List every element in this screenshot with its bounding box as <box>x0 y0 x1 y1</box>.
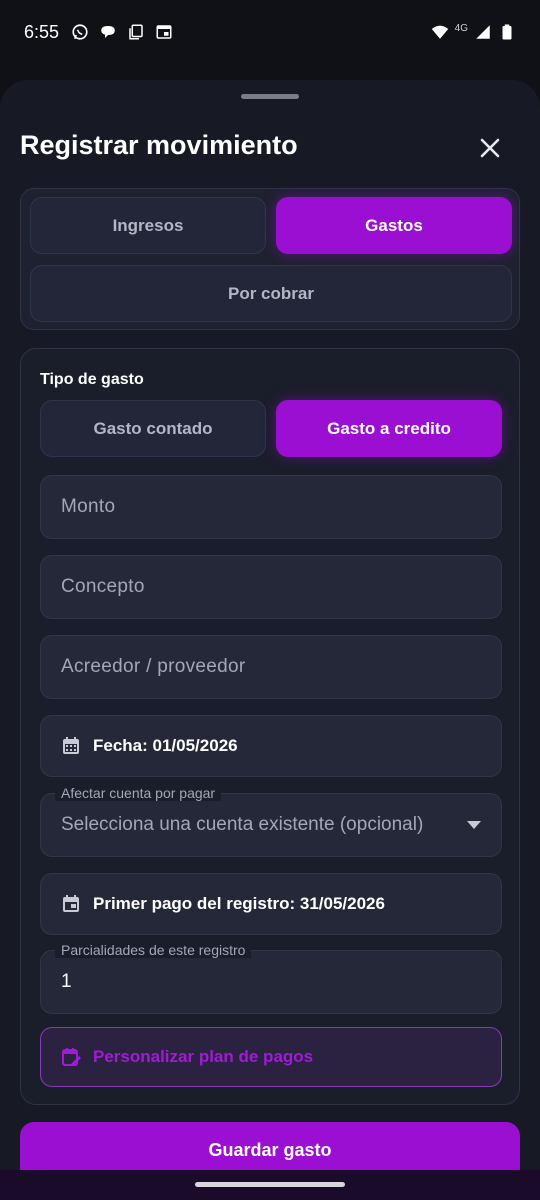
navigation-bar <box>0 1170 540 1200</box>
close-icon <box>480 138 500 158</box>
signal-icon <box>476 25 490 39</box>
amount-placeholder: Monto <box>61 496 116 517</box>
save-button[interactable]: Guardar gasto <box>20 1122 520 1170</box>
date-picker-button[interactable]: Fecha: 01/05/2026 <box>40 715 502 777</box>
home-gesture-handle[interactable] <box>195 1182 345 1187</box>
first-payment-text: Primer pago del registro: 31/05/2026 <box>93 894 385 913</box>
payable-account-select[interactable]: Afectar cuenta por pagar Selecciona una … <box>40 785 502 857</box>
customize-plan-button[interactable]: Personalizar plan de pagos <box>40 1027 502 1087</box>
amount-field[interactable]: Monto <box>40 475 502 539</box>
installments-value: 1 <box>61 971 72 992</box>
tab-gastos[interactable]: Gastos <box>276 197 512 254</box>
wifi-icon <box>431 25 448 39</box>
drag-handle[interactable] <box>241 94 299 99</box>
network-label: 4G <box>454 22 468 34</box>
whatsapp-icon <box>72 24 88 40</box>
edit-calendar-icon <box>62 1048 81 1066</box>
movement-type-panel: Ingresos Gastos Por cobrar <box>20 188 520 330</box>
copy-icon <box>129 24 143 40</box>
battery-icon <box>502 24 512 40</box>
concept-placeholder: Concepto <box>61 576 145 597</box>
tab-ingresos[interactable]: Ingresos <box>30 197 266 254</box>
bottom-sheet: Registrar movimiento Ingresos Gastos Por… <box>0 80 540 1170</box>
expense-form-card: Tipo de gasto Gasto contado Gasto a cred… <box>20 348 520 1105</box>
date-text: Fecha: 01/05/2026 <box>93 736 238 755</box>
dropdown-arrow-icon <box>467 821 481 829</box>
creditor-field[interactable]: Acreedor / proveedor <box>40 635 502 699</box>
calendar-icon <box>63 737 79 754</box>
calendar-icon <box>63 895 79 912</box>
customize-plan-label: Personalizar plan de pagos <box>93 1047 314 1066</box>
status-bar: 6:55 4G <box>0 0 540 64</box>
expense-type-credit-button[interactable]: Gasto a credito <box>276 400 502 457</box>
tab-por-cobrar[interactable]: Por cobrar <box>30 265 512 322</box>
payable-account-value: Selecciona una cuenta existente (opciona… <box>61 814 424 835</box>
sheet-title: Registrar movimiento <box>20 130 298 160</box>
expense-type-cash-button[interactable]: Gasto contado <box>40 400 266 457</box>
chat-bubble-icon <box>101 26 115 38</box>
concept-field[interactable]: Concepto <box>40 555 502 619</box>
installments-label: Parcialidades de este registro <box>55 942 252 958</box>
close-button[interactable] <box>474 132 506 164</box>
creditor-placeholder: Acreedor / proveedor <box>61 656 246 677</box>
payable-account-label: Afectar cuenta por pagar <box>55 785 222 801</box>
expense-type-label: Tipo de gasto <box>40 371 144 388</box>
status-time: 6:55 <box>24 21 60 42</box>
calendar-app-icon <box>156 25 172 39</box>
installments-field[interactable]: Parcialidades de este registro 1 <box>40 942 502 1014</box>
first-payment-date-button[interactable]: Primer pago del registro: 31/05/2026 <box>40 873 502 935</box>
